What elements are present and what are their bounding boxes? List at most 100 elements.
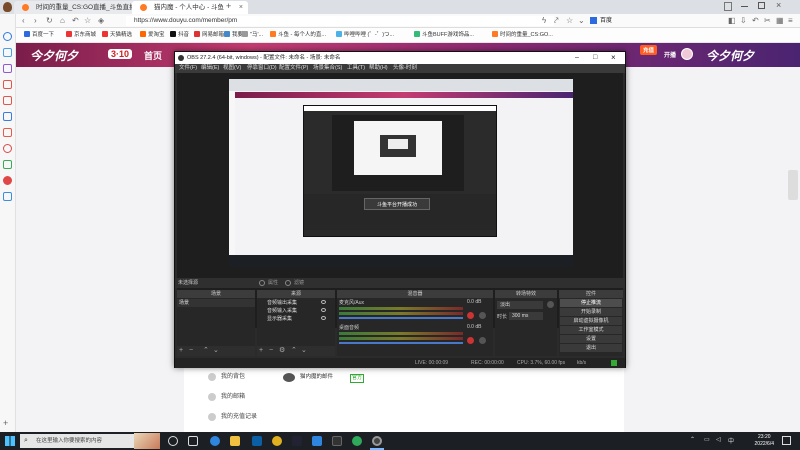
minimize-icon[interactable] xyxy=(741,6,748,7)
bookmark-item[interactable]: 天猫精选 xyxy=(102,30,132,40)
bookmark-item[interactable]: 爱淘宝 xyxy=(140,30,165,40)
bookmark-item[interactable]: 哔哩哔哩 (゜-゜)つ... xyxy=(336,30,394,40)
sidebar-app-icon[interactable] xyxy=(3,160,12,169)
tab-list-icon[interactable] xyxy=(724,2,732,11)
bookmark-item[interactable]: 时间的重量_CS:GO... xyxy=(492,30,553,40)
home-icon[interactable]: ⌂ xyxy=(60,15,65,27)
volume-icon[interactable]: ◁ xyxy=(716,436,721,443)
recharge-button[interactable]: 充值 xyxy=(640,45,658,55)
sidebar-add-icon[interactable]: + xyxy=(3,418,8,428)
file-explorer-icon[interactable] xyxy=(230,436,240,446)
sidebar-app-icon[interactable] xyxy=(3,96,12,105)
cut-icon[interactable]: ✂ xyxy=(764,15,771,27)
undo-icon[interactable]: ↶ xyxy=(72,15,79,27)
gear-icon[interactable] xyxy=(547,301,554,308)
network-icon[interactable]: ▭ xyxy=(704,436,710,443)
edge-icon[interactable] xyxy=(210,436,220,446)
close-window-icon[interactable]: × xyxy=(776,0,781,10)
settings-button[interactable]: 设置 xyxy=(560,335,622,343)
close-icon[interactable]: × xyxy=(611,52,616,64)
menu-docks[interactable]: 停靠窗口(D) xyxy=(247,64,277,73)
chevron-down-icon[interactable]: ⌄ xyxy=(301,346,307,356)
chevron-up-icon[interactable]: ⌃ xyxy=(291,346,297,356)
app-icon[interactable] xyxy=(352,436,362,446)
menu-scene-collection[interactable]: 场景集合(S) xyxy=(313,64,342,73)
windows-start-icon[interactable] xyxy=(5,436,15,446)
home-link[interactable]: 首页 xyxy=(144,49,162,62)
minimize-icon[interactable]: – xyxy=(575,52,579,64)
sidebar-app-icon[interactable] xyxy=(3,144,12,153)
sidebar-app-icon[interactable] xyxy=(3,176,12,185)
star-icon[interactable]: ☆ xyxy=(84,15,91,27)
mute-icon[interactable] xyxy=(467,337,474,344)
undo-icon[interactable]: ↶ xyxy=(752,15,759,27)
duration-input[interactable]: 300 ms xyxy=(509,312,543,320)
menu-my-mail[interactable]: 我的邮箱 xyxy=(221,393,245,402)
extension-icon[interactable]: ◧ xyxy=(728,15,736,27)
add-icon[interactable]: + xyxy=(179,346,183,356)
transition-select[interactable]: 淡出 xyxy=(497,301,543,309)
notification-icon[interactable] xyxy=(782,436,791,445)
menu-edit[interactable]: 编辑(E) xyxy=(201,64,219,73)
sidebar-app-icon[interactable] xyxy=(3,48,12,57)
cortana-icon[interactable] xyxy=(168,436,178,446)
bookmark-item[interactable]: 网易邮箱 xyxy=(194,30,224,40)
sidebar-app-icon[interactable] xyxy=(3,112,12,121)
mute-icon[interactable] xyxy=(467,312,474,319)
steam-icon[interactable] xyxy=(292,436,302,446)
properties-button[interactable]: 属性 xyxy=(268,278,278,288)
sidebar-app-icon[interactable] xyxy=(3,32,12,41)
bookmark-item[interactable]: 京东商城 xyxy=(66,30,96,40)
store-icon[interactable] xyxy=(252,436,262,446)
menu-icon[interactable]: ≡ xyxy=(788,15,793,27)
sidebar-app-icon[interactable] xyxy=(3,128,12,137)
bookmark-item[interactable]: 百度一下 xyxy=(24,30,54,40)
menu-plugin[interactable]: 头像-时刻 xyxy=(393,64,417,73)
add-icon[interactable]: + xyxy=(259,346,263,356)
menu-view[interactable]: 视图(V) xyxy=(223,64,241,73)
close-tab-icon[interactable]: × xyxy=(239,1,243,14)
obs-taskbar-icon[interactable] xyxy=(372,436,382,446)
menu-help[interactable]: 帮助(H) xyxy=(369,64,388,73)
exit-button[interactable]: 退出 xyxy=(560,344,622,352)
remove-icon[interactable]: − xyxy=(189,346,193,356)
taskbar-clock[interactable]: 23:20 2022/6/4 xyxy=(755,434,774,448)
chevron-down-icon[interactable]: ⌄ xyxy=(213,346,219,356)
menu-profile[interactable]: 配置文件(P) xyxy=(279,64,308,73)
back-icon[interactable]: ‹ xyxy=(22,15,25,27)
bookmark-item[interactable]: "马'... xyxy=(242,30,263,40)
sidebar-app-icon[interactable] xyxy=(3,192,12,201)
downloads-icon[interactable]: ⇩ xyxy=(740,15,747,27)
menu-tools[interactable]: 工具(T) xyxy=(347,64,365,73)
app-icon[interactable] xyxy=(332,436,342,446)
maximize-icon[interactable]: □ xyxy=(593,52,597,64)
volume-slider[interactable] xyxy=(339,317,463,319)
gear-icon[interactable]: ⚙ xyxy=(279,346,285,356)
new-tab-button[interactable]: + xyxy=(226,1,231,11)
bookmark-star-icon[interactable]: ☆ xyxy=(566,15,573,27)
visibility-eye-icon[interactable] xyxy=(321,316,326,320)
dropdown-icon[interactable]: ⌄ xyxy=(578,15,585,27)
sidebar-app-icon[interactable] xyxy=(3,80,12,89)
bookmark-item[interactable]: 斗鱼 - 每个人的直... xyxy=(270,30,326,40)
menu-recharge-record[interactable]: 我的充值记录 xyxy=(221,413,257,422)
avatar[interactable] xyxy=(681,48,693,60)
sidebar-app-icon[interactable] xyxy=(3,64,12,73)
remove-icon[interactable]: − xyxy=(269,346,273,356)
volume-slider[interactable] xyxy=(339,342,463,344)
chevron-up-icon[interactable]: ⌃ xyxy=(690,436,695,443)
browser-icon[interactable] xyxy=(272,436,282,446)
bookmark-item[interactable]: 我要 xyxy=(224,30,243,40)
gear-icon[interactable] xyxy=(479,312,486,319)
app-icon[interactable] xyxy=(312,436,322,446)
url-input[interactable]: https://www.douyu.com/member/pm xyxy=(126,16,554,26)
chat-username[interactable]: 猫内魔的邮件 xyxy=(300,373,333,382)
filters-button[interactable]: 滤镜 xyxy=(294,278,304,288)
chevron-up-icon[interactable]: ⌃ xyxy=(203,346,209,356)
share-icon[interactable]: ⤤ xyxy=(554,15,559,27)
refresh-icon[interactable]: ↻ xyxy=(46,15,53,27)
start-recording-button[interactable]: 开始录制 xyxy=(560,308,622,316)
search-engine-label[interactable]: 百度 xyxy=(600,16,612,26)
scene-item[interactable]: 场景 xyxy=(177,299,255,307)
menu-my-backpack[interactable]: 我的背包 xyxy=(221,373,245,382)
